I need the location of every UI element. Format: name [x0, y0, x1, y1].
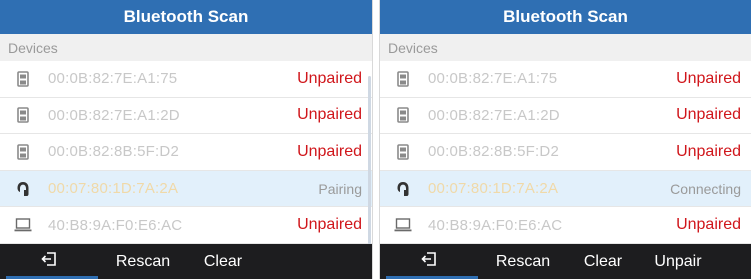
- scrollbar[interactable]: [368, 76, 371, 246]
- device-row[interactable]: 00:0B:82:7E:A1:75 Unpaired: [380, 61, 751, 98]
- clear-button[interactable]: Clear: [188, 244, 258, 279]
- device-row[interactable]: 40:B8:9A:F0:E6:AC Unpaired: [380, 207, 751, 244]
- device-status: Unpaired: [297, 106, 362, 124]
- back-button[interactable]: [380, 244, 478, 279]
- device-row[interactable]: 00:0B:82:8B:5F:D2 Unpaired: [0, 134, 372, 171]
- section-label: Devices: [8, 39, 58, 56]
- phone-icon: [14, 70, 32, 88]
- headset-icon: [14, 180, 32, 198]
- section-label: Devices: [388, 39, 438, 56]
- exit-icon: [421, 251, 437, 272]
- title-bar: Bluetooth Scan: [380, 0, 751, 34]
- phone-icon: [14, 143, 32, 161]
- device-address: 00:0B:82:8B:5F:D2: [428, 143, 559, 161]
- device-row-selected[interactable]: 00:07:80:1D:7A:2A Connecting: [380, 170, 751, 208]
- screen-divider: [372, 0, 380, 279]
- device-status: Unpaired: [676, 142, 741, 160]
- device-status: Unpaired: [676, 69, 741, 87]
- phone-icon: [394, 70, 412, 88]
- softkey-bar: Rescan Clear Unpair: [380, 244, 751, 279]
- unpair-button[interactable]: Unpair: [638, 244, 718, 279]
- device-list: 00:0B:82:7E:A1:75 Unpaired 00:0B:82:7E:A…: [380, 61, 751, 244]
- device-row[interactable]: 00:0B:82:7E:A1:2D Unpaired: [0, 98, 372, 135]
- device-status: Unpaired: [676, 106, 741, 124]
- device-address: 00:07:80:1D:7A:2A: [48, 180, 179, 198]
- headset-icon: [394, 180, 412, 198]
- rescan-button[interactable]: Rescan: [478, 244, 568, 279]
- clear-button[interactable]: Clear: [568, 244, 638, 279]
- device-status: Unpaired: [297, 142, 362, 160]
- page-title: Bluetooth Scan: [123, 7, 249, 26]
- exit-icon: [41, 251, 57, 272]
- title-bar: Bluetooth Scan: [0, 0, 372, 34]
- device-row[interactable]: 00:0B:82:8B:5F:D2 Unpaired: [380, 134, 751, 171]
- device-row-selected[interactable]: 00:07:80:1D:7A:2A Pairing: [0, 170, 372, 208]
- device-address: 00:0B:82:7E:A1:75: [48, 70, 178, 88]
- bluetooth-scan-screen-left: Bluetooth Scan Devices 00:0B:82:7E:A1:75…: [0, 0, 372, 279]
- devices-section-header: Devices: [380, 34, 751, 61]
- device-address: 00:0B:82:7E:A1:2D: [428, 106, 560, 124]
- phone-icon: [394, 106, 412, 124]
- device-address: 00:07:80:1D:7A:2A: [428, 180, 559, 198]
- devices-section-header: Devices: [0, 34, 372, 61]
- page-title: Bluetooth Scan: [503, 7, 628, 26]
- device-address: 00:0B:82:7E:A1:75: [428, 70, 558, 88]
- device-status: Pairing: [318, 180, 362, 197]
- device-address: 00:0B:82:7E:A1:2D: [48, 106, 180, 124]
- device-row[interactable]: 40:B8:9A:F0:E6:AC Unpaired: [0, 207, 372, 244]
- laptop-icon: [394, 216, 412, 234]
- device-address: 40:B8:9A:F0:E6:AC: [428, 216, 563, 234]
- device-status: Unpaired: [297, 69, 362, 87]
- bluetooth-scan-screen-right: Bluetooth Scan Devices 00:0B:82:7E:A1:75…: [380, 0, 751, 279]
- rescan-button[interactable]: Rescan: [98, 244, 188, 279]
- device-address: 00:0B:82:8B:5F:D2: [48, 143, 179, 161]
- softkey-bar: Rescan Clear: [0, 244, 372, 279]
- phone-icon: [14, 106, 32, 124]
- phone-icon: [394, 143, 412, 161]
- device-status: Unpaired: [676, 216, 741, 234]
- laptop-icon: [14, 216, 32, 234]
- device-status: Connecting: [670, 180, 741, 197]
- device-list: 00:0B:82:7E:A1:75 Unpaired 00:0B:82:7E:A…: [0, 61, 372, 244]
- device-row[interactable]: 00:0B:82:7E:A1:2D Unpaired: [380, 98, 751, 135]
- back-button[interactable]: [0, 244, 98, 279]
- device-address: 40:B8:9A:F0:E6:AC: [48, 216, 183, 234]
- device-status: Unpaired: [297, 216, 362, 234]
- device-row[interactable]: 00:0B:82:7E:A1:75 Unpaired: [0, 61, 372, 98]
